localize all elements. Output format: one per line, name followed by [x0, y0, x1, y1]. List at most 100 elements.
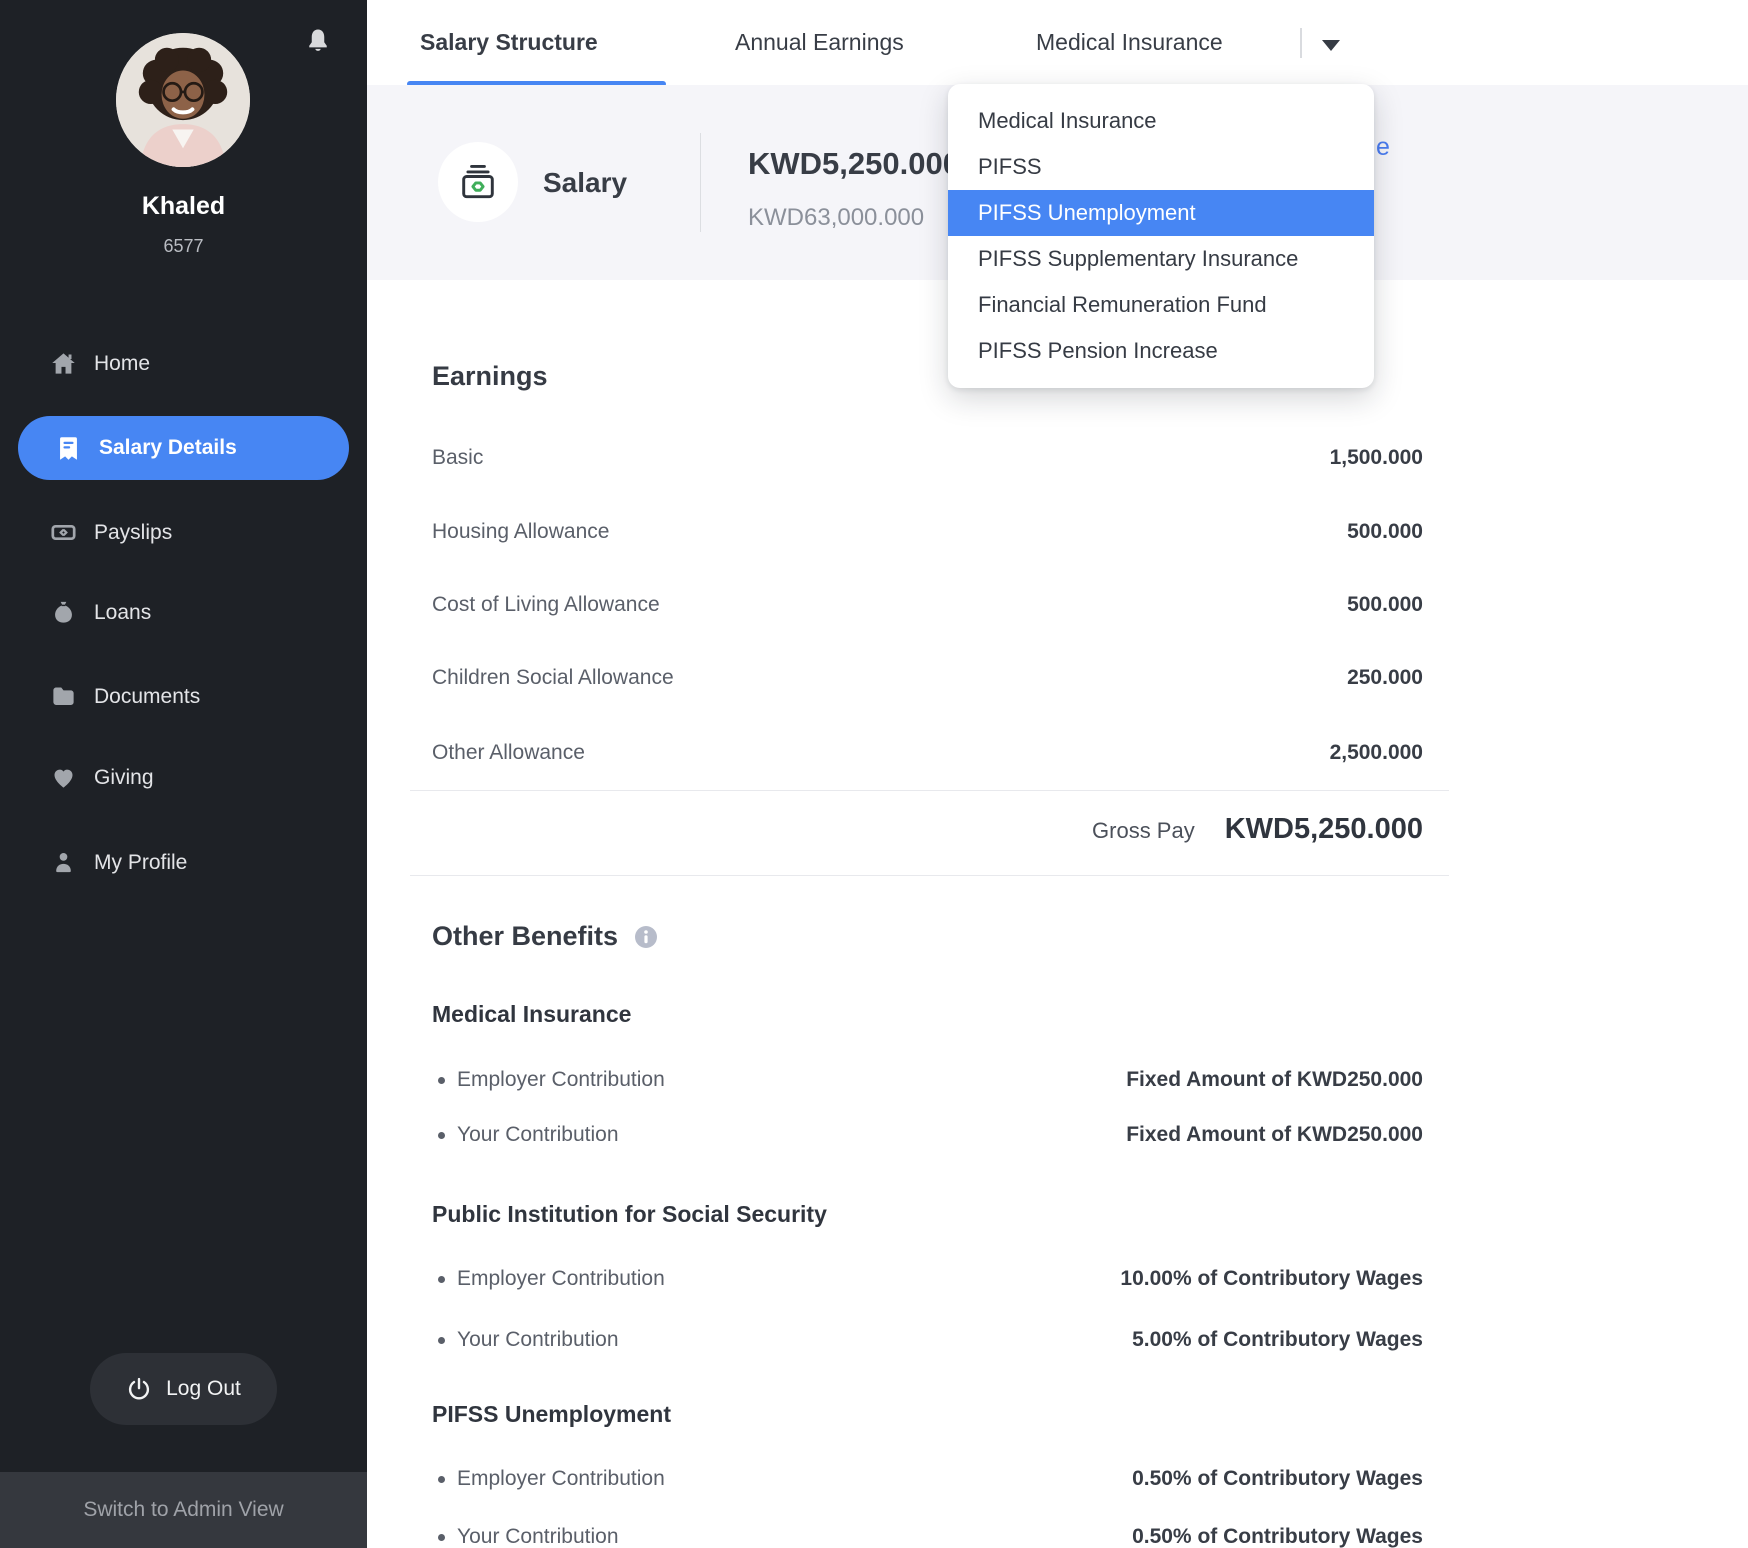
benefit-label: Your Contribution [457, 1123, 619, 1147]
benefit-label: Employer Contribution [457, 1068, 665, 1092]
tab-medical-insurance[interactable]: Medical Insurance [1036, 0, 1223, 85]
tab-divider [1300, 28, 1302, 58]
sidebar-item-label: Home [94, 352, 150, 376]
sidebar-item-label: Loans [94, 601, 151, 625]
benefit-row: Your Contribution Fixed Amount of KWD250… [438, 1120, 1423, 1150]
benefit-row: Your Contribution 5.00% of Contributory … [438, 1325, 1423, 1355]
user-name: Khaled [0, 192, 367, 221]
partial-link-text[interactable]: e [1376, 133, 1390, 162]
notification-bell-icon[interactable] [303, 26, 333, 58]
earnings-row: Housing Allowance 500.000 [432, 517, 1423, 547]
earning-label: Basic [432, 446, 483, 470]
logout-button[interactable]: Log Out [90, 1353, 277, 1425]
bullet-dot [438, 1276, 445, 1283]
benefit-label: Your Contribution [457, 1328, 619, 1352]
switch-to-admin-view-button[interactable]: Switch to Admin View [0, 1472, 367, 1548]
sidebar-item-home[interactable]: Home [0, 332, 367, 395]
benefit-row: Employer Contribution 0.50% of Contribut… [438, 1464, 1423, 1494]
sidebar-item-loans[interactable]: Loans [0, 581, 367, 644]
sidebar-item-payslips[interactable]: Payslips [0, 501, 367, 564]
earnings-row: Children Social Allowance 250.000 [432, 663, 1423, 693]
earning-value: 1,500.000 [1330, 446, 1423, 470]
switch-view-label: Switch to Admin View [83, 1498, 283, 1522]
sidebar-item-documents[interactable]: Documents [0, 665, 367, 728]
salary-monthly-amount: KWD5,250.000 [748, 146, 960, 182]
logout-label: Log Out [166, 1377, 241, 1401]
earning-value: 2,500.000 [1330, 741, 1423, 765]
salary-details-icon [55, 435, 82, 462]
bullet-dot [438, 1132, 445, 1139]
tab-annual-earnings[interactable]: Annual Earnings [735, 0, 904, 85]
sidebar-item-my-profile[interactable]: My Profile [0, 831, 367, 894]
loans-moneybag-icon [50, 599, 77, 626]
earning-value: 500.000 [1347, 593, 1423, 617]
sidebar-item-label: Payslips [94, 521, 172, 545]
benefit-label: Your Contribution [457, 1525, 619, 1548]
gross-pay-label: Gross Pay [1092, 818, 1195, 844]
benefit-value: 10.00% of Contributory Wages [1120, 1267, 1423, 1291]
payslips-icon [50, 519, 77, 546]
benefit-label: Employer Contribution [457, 1267, 665, 1291]
dropdown-item-medical-insurance[interactable]: Medical Insurance [948, 98, 1374, 144]
benefit-row: Employer Contribution Fixed Amount of KW… [438, 1065, 1423, 1095]
dropdown-item-pifss-supplementary-insurance[interactable]: PIFSS Supplementary Insurance [948, 236, 1374, 282]
info-icon[interactable] [634, 925, 658, 949]
chevron-down-icon[interactable] [1322, 40, 1340, 51]
avatar[interactable] [116, 33, 250, 167]
sidebar-item-label: Giving [94, 766, 154, 790]
dropdown-item-pifss-unemployment[interactable]: PIFSS Unemployment [948, 190, 1374, 236]
other-benefits-heading-row: Other Benefits [432, 921, 658, 952]
benefit-value: 5.00% of Contributory Wages [1132, 1328, 1423, 1352]
benefit-value: 0.50% of Contributory Wages [1132, 1467, 1423, 1491]
salary-annual-amount: KWD63,000.000 [748, 204, 924, 232]
salary-icon-circle [438, 142, 518, 222]
heart-icon [50, 764, 77, 791]
cash-icon [456, 160, 500, 204]
earnings-row: Basic 1,500.000 [432, 443, 1423, 473]
app-root: Khaled 6577 Home Salary Details Payslips [0, 0, 1748, 1548]
benefits-dropdown-menu: Medical Insurance PIFSS PIFSS Unemployme… [948, 84, 1374, 388]
power-icon [126, 1376, 152, 1402]
other-benefits-heading: Other Benefits [432, 921, 618, 952]
tab-bar: Salary Structure Annual Earnings Medical… [367, 0, 1748, 85]
earnings-row: Cost of Living Allowance 500.000 [432, 590, 1423, 620]
benefit-value: Fixed Amount of KWD250.000 [1126, 1068, 1423, 1092]
salary-band-title: Salary [543, 167, 627, 199]
benefit-value: 0.50% of Contributory Wages [1132, 1525, 1423, 1548]
bullet-dot [438, 1476, 445, 1483]
divider [410, 790, 1449, 791]
gross-pay-row: Gross Pay KWD5,250.000 [432, 813, 1423, 846]
earnings-row: Other Allowance 2,500.000 [432, 738, 1423, 768]
benefit-group-title: Public Institution for Social Security [432, 1201, 827, 1228]
home-icon [50, 350, 77, 377]
benefit-value: Fixed Amount of KWD250.000 [1126, 1123, 1423, 1147]
bullet-dot [438, 1077, 445, 1084]
person-icon [50, 849, 77, 876]
dropdown-item-financial-remuneration-fund[interactable]: Financial Remuneration Fund [948, 282, 1374, 328]
gross-pay-value: KWD5,250.000 [1225, 813, 1423, 846]
earning-label: Cost of Living Allowance [432, 593, 660, 617]
earning-value: 500.000 [1347, 520, 1423, 544]
benefit-group-title: Medical Insurance [432, 1001, 631, 1028]
sidebar-item-label: My Profile [94, 851, 187, 875]
earning-value: 250.000 [1347, 666, 1423, 690]
sidebar-item-label: Salary Details [99, 436, 237, 460]
benefit-label: Employer Contribution [457, 1467, 665, 1491]
tab-salary-structure[interactable]: Salary Structure [420, 0, 598, 85]
divider [410, 875, 1449, 876]
earning-label: Other Allowance [432, 741, 585, 765]
benefit-row: Employer Contribution 10.00% of Contribu… [438, 1264, 1423, 1294]
bullet-dot [438, 1337, 445, 1344]
bullet-dot [438, 1534, 445, 1541]
dropdown-item-pifss[interactable]: PIFSS [948, 144, 1374, 190]
user-employee-id: 6577 [0, 236, 367, 257]
earning-label: Housing Allowance [432, 520, 609, 544]
earning-label: Children Social Allowance [432, 666, 674, 690]
band-vertical-divider [700, 133, 701, 232]
earnings-heading: Earnings [432, 361, 548, 392]
folder-icon [50, 683, 77, 710]
sidebar: Khaled 6577 Home Salary Details Payslips [0, 0, 367, 1548]
sidebar-item-salary-details[interactable]: Salary Details [18, 416, 349, 480]
dropdown-item-pifss-pension-increase[interactable]: PIFSS Pension Increase [948, 328, 1374, 374]
sidebar-item-giving[interactable]: Giving [0, 746, 367, 809]
